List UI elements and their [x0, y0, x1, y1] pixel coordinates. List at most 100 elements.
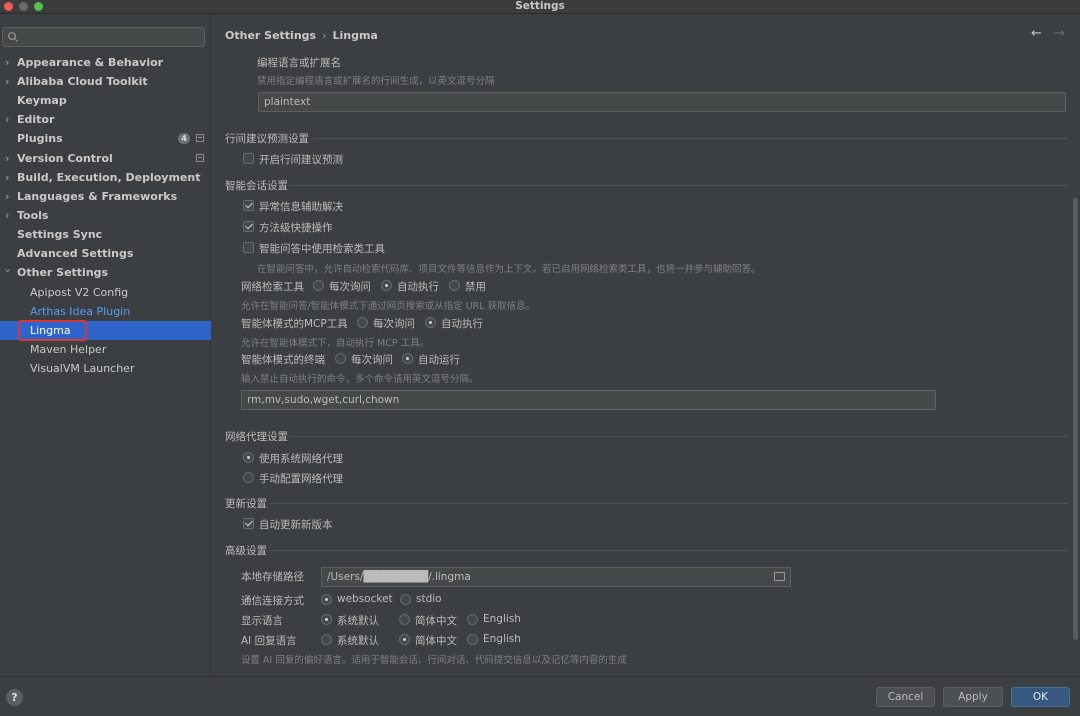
- connection-label: 通信连接方式: [241, 595, 304, 607]
- inline-enable-label: 开启行间建议预测: [259, 154, 343, 166]
- title-bar: Settings: [0, 0, 1080, 14]
- sidebar-item-maven-helper[interactable]: Maven Helper: [0, 340, 211, 359]
- web-search-ask-label: 每次询问: [329, 281, 371, 293]
- ai-language-en-label: English: [483, 633, 521, 645]
- sidebar-item-tools[interactable]: › Tools: [0, 206, 211, 225]
- inline-section-title: 行间建议预测设置: [225, 133, 309, 145]
- mcp-label: 智能体模式的MCP工具: [241, 318, 348, 330]
- mcp-hint: 允许在智能体模式下，自动执行 MCP 工具。: [241, 338, 430, 349]
- auto-update-checkbox[interactable]: [243, 518, 254, 529]
- mcp-auto-label: 自动执行: [441, 318, 483, 330]
- terminal-blocklist-input[interactable]: rm,mv,sudo,wget,curl,chown: [241, 390, 936, 410]
- exception-helper-label: 异常信息辅助解决: [259, 201, 343, 213]
- sidebar-item-apipost-v2-config[interactable]: Apipost V2 Config: [0, 283, 211, 302]
- ai-language-system-radio[interactable]: [321, 634, 332, 645]
- display-language-system-radio[interactable]: [321, 614, 332, 625]
- terminal-auto-radio[interactable]: [402, 353, 413, 364]
- connection-stdio-label: stdio: [416, 593, 442, 605]
- storage-path-value: /Users/████████/.lingma: [327, 571, 471, 583]
- web-search-hint: 允许在智能问答/智能体模式下通过网页搜索或从指定 URL 获取信息。: [241, 301, 536, 312]
- ai-language-en-radio[interactable]: [467, 634, 478, 645]
- ok-button[interactable]: OK: [1011, 687, 1070, 707]
- web-search-auto-radio[interactable]: [381, 280, 392, 291]
- plugins-update-badge: 4: [178, 133, 190, 144]
- cancel-button[interactable]: Cancel: [876, 687, 935, 707]
- section-divider: [269, 503, 1067, 504]
- sidebar-item-settings-sync[interactable]: Settings Sync: [0, 225, 211, 244]
- section-divider: [269, 550, 1067, 551]
- mcp-auto-radio[interactable]: [425, 317, 436, 328]
- content-scrollbar[interactable]: [1073, 198, 1078, 640]
- method-actions-label: 方法级快捷操作: [259, 222, 333, 234]
- method-actions-checkbox[interactable]: [243, 221, 254, 232]
- search-tools-checkbox[interactable]: [243, 242, 254, 253]
- back-arrow-icon[interactable]: ←: [1031, 26, 1042, 41]
- ai-language-label: AI 回复语言: [241, 635, 297, 647]
- section-divider: [289, 185, 1067, 186]
- breadcrumb-current: Lingma: [332, 29, 378, 42]
- system-proxy-radio[interactable]: [243, 452, 254, 463]
- connection-websocket-label: websocket: [337, 593, 393, 605]
- manual-proxy-radio[interactable]: [243, 472, 254, 483]
- search-tools-label: 智能问答中使用检索类工具: [259, 243, 385, 255]
- connection-websocket-radio[interactable]: [321, 594, 332, 605]
- sidebar-item-build-execution-deployment[interactable]: › Build, Execution, Deployment: [0, 168, 211, 187]
- chevron-right-icon: ›: [5, 190, 10, 203]
- breadcrumb-parent[interactable]: Other Settings: [225, 29, 316, 42]
- terminal-ask-label: 每次询问: [351, 354, 393, 366]
- sidebar-item-editor[interactable]: › Editor: [0, 110, 211, 129]
- web-search-disable-label: 禁用: [465, 281, 486, 293]
- web-search-disable-radio[interactable]: [449, 280, 460, 291]
- window-title: Settings: [515, 0, 565, 12]
- settings-sidebar: › Appearance & Behavior › Alibaba Cloud …: [0, 15, 211, 676]
- exception-helper-checkbox[interactable]: [243, 200, 254, 211]
- terminal-auto-label: 自动运行: [418, 354, 460, 366]
- sidebar-item-version-control[interactable]: › Version Control: [0, 149, 211, 168]
- dialog-footer: ? Cancel Apply OK: [0, 676, 1080, 716]
- sidebar-item-other-settings[interactable]: › Other Settings: [0, 263, 211, 282]
- terminal-hint: 输入禁止自动执行的命令，多个命令请用英文逗号分隔。: [241, 374, 479, 385]
- project-level-icon: [196, 154, 204, 162]
- lingma-highlight-annotation: [18, 320, 87, 341]
- chevron-right-icon: ›: [5, 152, 10, 165]
- section-divider: [313, 138, 1067, 139]
- sidebar-item-appearance-behavior[interactable]: › Appearance & Behavior: [0, 53, 211, 72]
- search-icon: [8, 32, 18, 42]
- apply-button[interactable]: Apply: [943, 687, 1003, 707]
- chat-section-title: 智能会话设置: [225, 180, 288, 192]
- proxy-section-title: 网络代理设置: [225, 431, 288, 443]
- connection-stdio-radio[interactable]: [400, 594, 411, 605]
- ai-language-hint: 设置 AI 回复的偏好语言。适用于智能会话、行间对话、代码提交信息以及记忆等内容…: [241, 655, 627, 666]
- help-icon[interactable]: ?: [6, 689, 23, 706]
- ai-language-zh-radio[interactable]: [399, 634, 410, 645]
- manual-proxy-label: 手动配置网络代理: [259, 473, 343, 485]
- settings-search-input[interactable]: [2, 27, 205, 47]
- storage-path-label: 本地存储路径: [241, 571, 304, 583]
- display-language-en-radio[interactable]: [467, 614, 478, 625]
- display-language-zh-radio[interactable]: [399, 614, 410, 625]
- lang-ext-input[interactable]: plaintext: [258, 92, 1066, 112]
- web-search-auto-label: 自动执行: [397, 281, 439, 293]
- storage-path-input[interactable]: /Users/████████/.lingma: [321, 567, 791, 587]
- web-search-ask-radio[interactable]: [313, 280, 324, 291]
- browse-folder-icon[interactable]: [774, 572, 785, 581]
- sidebar-item-languages-frameworks[interactable]: › Languages & Frameworks: [0, 187, 211, 206]
- forward-arrow-icon[interactable]: →: [1054, 26, 1065, 41]
- sidebar-item-arthas-idea-plugin[interactable]: Arthas Idea Plugin: [0, 302, 211, 321]
- chevron-right-icon: ›: [5, 75, 10, 88]
- breadcrumb: Other Settings › Lingma: [225, 29, 378, 42]
- sidebar-item-visualvm-launcher[interactable]: VisualVM Launcher: [0, 359, 211, 378]
- inline-enable-checkbox[interactable]: [243, 153, 254, 164]
- project-level-icon: [196, 134, 204, 142]
- sidebar-item-alibaba-cloud-toolkit[interactable]: › Alibaba Cloud Toolkit: [0, 72, 211, 91]
- sidebar-item-advanced-settings[interactable]: Advanced Settings: [0, 244, 211, 263]
- chevron-down-icon: ›: [1, 268, 15, 273]
- mcp-ask-radio[interactable]: [357, 317, 368, 328]
- advanced-section-title: 高级设置: [225, 545, 267, 557]
- chevron-right-icon: ›: [5, 171, 10, 184]
- sidebar-item-keymap[interactable]: Keymap: [0, 91, 211, 110]
- lang-ext-label: 编程语言或扩展名: [257, 57, 341, 69]
- sidebar-item-plugins[interactable]: Plugins 4: [0, 129, 211, 148]
- terminal-label: 智能体模式的终端: [241, 354, 325, 366]
- terminal-ask-radio[interactable]: [335, 353, 346, 364]
